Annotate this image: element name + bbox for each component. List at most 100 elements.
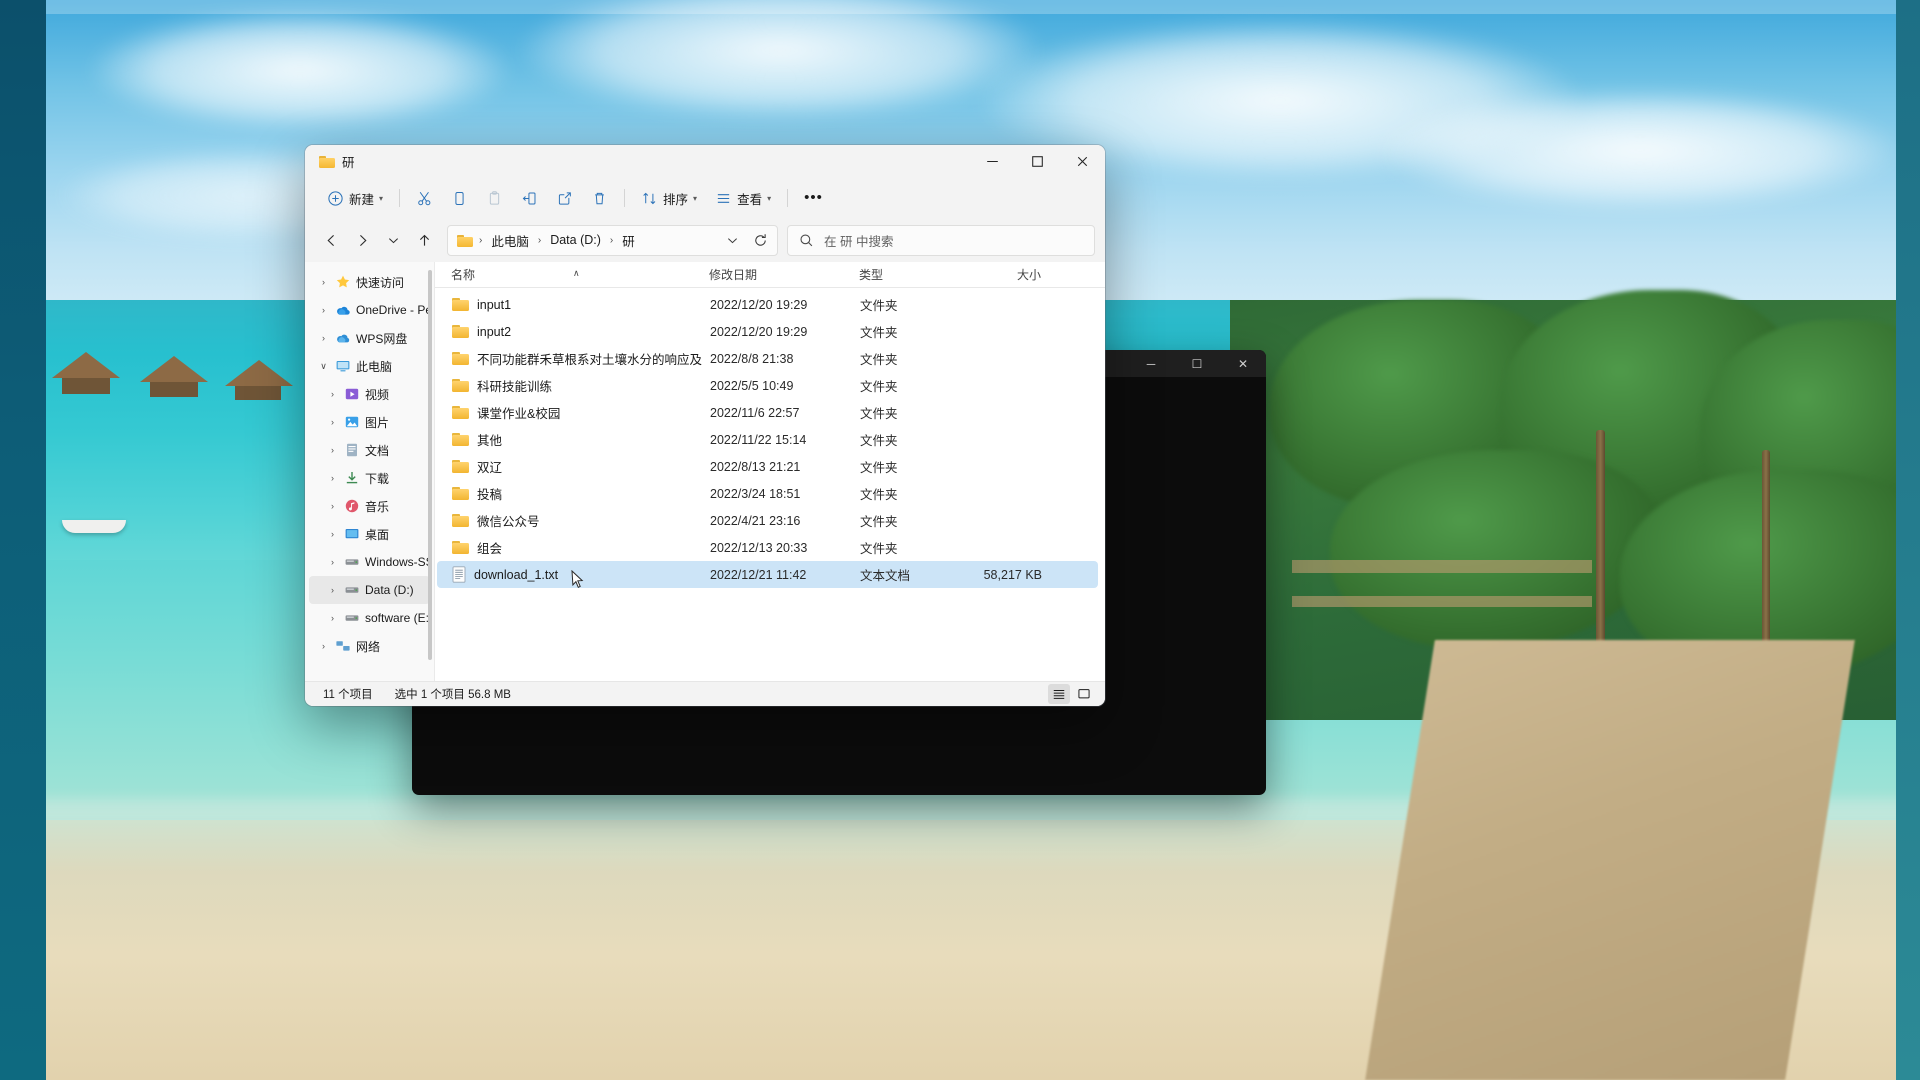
back-button[interactable] xyxy=(317,226,346,255)
table-row[interactable]: input2 2022/12/20 19:29 文件夹 xyxy=(437,318,1098,345)
sort-button[interactable]: 排序 ▾ xyxy=(633,183,705,213)
chevron-right-icon[interactable]: › xyxy=(326,529,339,539)
sidebar-label: 图片 xyxy=(365,415,390,430)
table-row[interactable]: 不同功能群禾草根系对土壤水分的响应及地上地... 2022/8/8 21:38 … xyxy=(437,345,1098,372)
sidebar-item-documents[interactable]: › 文档 xyxy=(309,436,430,464)
new-button[interactable]: 新建 ▾ xyxy=(319,183,391,213)
table-row[interactable]: 投稿 2022/3/24 18:51 文件夹 xyxy=(437,480,1098,507)
column-header-size[interactable]: 大小 xyxy=(969,266,1049,283)
breadcrumb-item-2[interactable]: 研 xyxy=(617,228,640,253)
table-row[interactable]: 课堂作业&校园 2022/11/6 22:57 文件夹 xyxy=(437,399,1098,426)
minimize-button[interactable] xyxy=(970,145,1015,178)
cut-button[interactable] xyxy=(408,183,441,213)
chevron-right-icon[interactable]: › xyxy=(326,417,339,427)
sidebar-item-downloads[interactable]: › 下载 xyxy=(309,464,430,492)
selection-info-label: 选中 1 个项目 56.8 MB xyxy=(394,689,511,701)
breadcrumb-item-1[interactable]: Data (D:) xyxy=(545,230,606,250)
maximize-button[interactable] xyxy=(1015,145,1060,178)
delete-button[interactable] xyxy=(583,183,616,213)
table-row[interactable]: download_1.txt 2022/12/21 11:42 文本文档 58,… xyxy=(437,561,1098,588)
more-options-button[interactable]: ••• xyxy=(796,183,831,213)
wallpaper-cloud xyxy=(90,10,510,130)
command-toolbar[interactable]: 新建 ▾ 排序 ▾ 查看 ▾ ••• xyxy=(305,178,1105,218)
chevron-right-icon[interactable]: › xyxy=(317,277,330,287)
table-row[interactable]: 科研技能训练 2022/5/5 10:49 文件夹 xyxy=(437,372,1098,399)
search-box[interactable]: 在 研 中搜索 xyxy=(787,224,1095,256)
chevron-down-icon xyxy=(388,237,399,243)
forward-button[interactable] xyxy=(348,226,377,255)
recent-locations-button[interactable] xyxy=(379,226,408,255)
view-button[interactable]: 查看 ▾ xyxy=(707,183,779,213)
chevron-right-icon[interactable]: › xyxy=(326,473,339,483)
sidebar-item-software-e[interactable]: › software (E:) xyxy=(309,604,430,632)
column-header-date[interactable]: 修改日期 xyxy=(701,266,851,283)
sidebar-item-this-pc[interactable]: ∨ 此电脑 xyxy=(309,352,430,380)
file-name-cell[interactable]: input2 xyxy=(444,324,702,339)
file-explorer-window[interactable]: 研 新建 ▾ 排序 ▾ 查看 ▾ ••• › 此电脑 › Data (D:) ›… xyxy=(305,145,1105,706)
sidebar-scrollbar[interactable] xyxy=(428,270,432,660)
file-name-cell[interactable]: 微信公众号 xyxy=(444,511,702,530)
share-button[interactable] xyxy=(548,183,581,213)
column-header-type[interactable]: 类型 xyxy=(851,266,969,283)
terminal-minimize-button[interactable]: ─ xyxy=(1128,350,1174,377)
sidebar-item-wps-cloud[interactable]: › WPS网盘 xyxy=(309,324,430,352)
breadcrumb-item-0[interactable]: 此电脑 xyxy=(486,228,534,253)
chevron-right-icon[interactable]: › xyxy=(317,305,330,315)
chevron-down-icon[interactable]: ∨ xyxy=(317,361,330,372)
address-dropdown-button[interactable] xyxy=(719,228,745,253)
chevron-down-icon xyxy=(727,237,737,243)
table-row[interactable]: 组会 2022/12/13 20:33 文件夹 xyxy=(437,534,1098,561)
file-name-cell[interactable]: download_1.txt xyxy=(444,566,702,583)
titlebar[interactable]: 研 xyxy=(305,145,1105,178)
chevron-right-icon[interactable]: › xyxy=(326,445,339,455)
chevron-right-icon[interactable]: › xyxy=(326,557,339,567)
sidebar-item-desktop[interactable]: › 桌面 xyxy=(309,520,430,548)
details-view-button[interactable] xyxy=(1048,684,1070,704)
table-row[interactable]: 其他 2022/11/22 15:14 文件夹 xyxy=(437,426,1098,453)
terminal-maximize-button[interactable]: ☐ xyxy=(1174,350,1220,377)
file-rows[interactable]: input1 2022/12/20 19:29 文件夹 input2 2022/… xyxy=(435,288,1105,681)
terminal-close-button[interactable]: ✕ xyxy=(1220,350,1266,377)
file-name-cell[interactable]: 不同功能群禾草根系对土壤水分的响应及地上地... xyxy=(444,349,702,368)
file-name-cell[interactable]: 其他 xyxy=(444,430,702,449)
table-row[interactable]: 双辽 2022/8/13 21:21 文件夹 xyxy=(437,453,1098,480)
chevron-right-icon[interactable]: › xyxy=(317,333,330,343)
navigation-pane[interactable]: › 快速访问 › OneDrive - Pers › xyxy=(305,262,434,681)
large-icons-view-button[interactable] xyxy=(1073,684,1095,704)
chevron-right-icon[interactable]: › xyxy=(326,585,339,595)
file-name-cell[interactable]: 投稿 xyxy=(444,484,702,503)
file-name-cell[interactable]: 组会 xyxy=(444,538,702,557)
sidebar-item-windows-ssd[interactable]: › Windows-SSD xyxy=(309,548,430,576)
column-header-name[interactable]: 名称 ∧ xyxy=(443,266,701,283)
sidebar-item-network[interactable]: › 网络 xyxy=(309,632,430,660)
copy-button[interactable] xyxy=(443,183,476,213)
sidebar-item-pictures[interactable]: › 图片 xyxy=(309,408,430,436)
rename-button[interactable] xyxy=(513,183,546,213)
up-button[interactable] xyxy=(410,226,439,255)
refresh-button[interactable] xyxy=(747,228,773,253)
file-name-label: 微信公众号 xyxy=(477,515,540,529)
sidebar-item-data-d[interactable]: › Data (D:) xyxy=(309,576,430,604)
paste-button[interactable] xyxy=(478,183,511,213)
table-row[interactable]: 微信公众号 2022/4/21 23:16 文件夹 xyxy=(437,507,1098,534)
chevron-right-icon[interactable]: › xyxy=(326,501,339,511)
sidebar-item-onedrive[interactable]: › OneDrive - Pers xyxy=(309,296,430,324)
address-bar[interactable]: › 此电脑 › Data (D:) › 研 xyxy=(447,224,778,256)
chevron-right-icon[interactable]: › xyxy=(326,389,339,399)
file-name-cell[interactable]: input1 xyxy=(444,297,702,312)
column-headers[interactable]: 名称 ∧ 修改日期 类型 大小 xyxy=(435,262,1105,288)
table-row[interactable]: input1 2022/12/20 19:29 文件夹 xyxy=(437,291,1098,318)
close-button[interactable] xyxy=(1060,145,1105,178)
sidebar-item-music[interactable]: › 音乐 xyxy=(309,492,430,520)
search-input[interactable]: 在 研 中搜索 xyxy=(824,231,893,250)
file-list-pane[interactable]: 名称 ∧ 修改日期 类型 大小 input1 2022/12/20 19:29 … xyxy=(434,262,1105,681)
file-name-cell[interactable]: 科研技能训练 xyxy=(444,376,702,395)
file-name-cell[interactable]: 双辽 xyxy=(444,457,702,476)
sidebar-item-quick-access[interactable]: › 快速访问 xyxy=(309,268,430,296)
file-name-cell[interactable]: 课堂作业&校园 xyxy=(444,403,702,422)
chevron-right-icon[interactable]: › xyxy=(326,613,339,623)
navigation-bar[interactable]: › 此电脑 › Data (D:) › 研 在 研 中搜索 xyxy=(305,218,1105,262)
file-name-label: 投稿 xyxy=(477,488,503,502)
chevron-right-icon[interactable]: › xyxy=(317,641,330,651)
sidebar-item-videos[interactable]: › 视频 xyxy=(309,380,430,408)
